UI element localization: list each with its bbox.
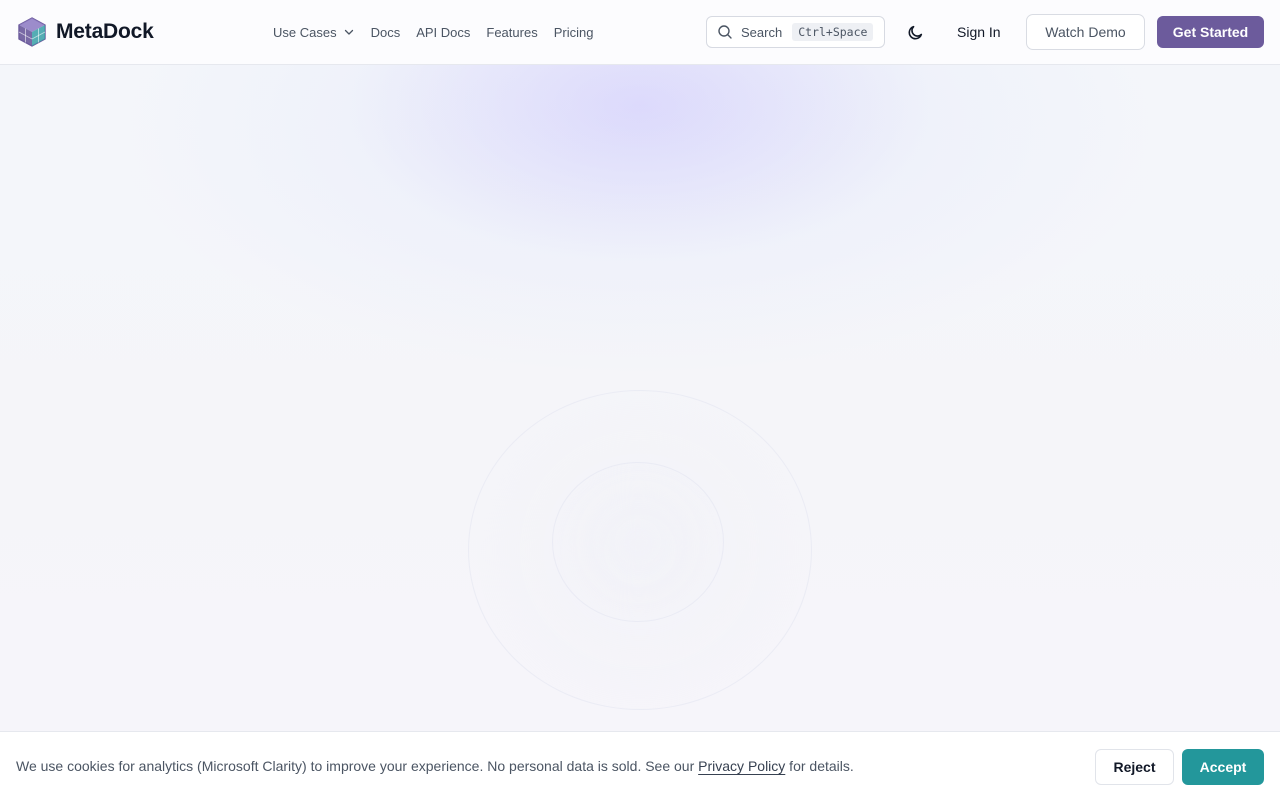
brand-name: MetaDock — [56, 20, 154, 43]
nav-item-features[interactable]: Features — [486, 25, 537, 40]
nav-item-label: Features — [486, 24, 538, 40]
theme-toggle-button[interactable] — [903, 20, 927, 44]
decorative-ring-inner — [552, 462, 724, 622]
brand-home-link[interactable]: MetaDock — [16, 16, 154, 48]
cube-logo-icon — [18, 17, 46, 47]
main-nav: Use Cases Docs API Docs Features Pricing — [273, 0, 593, 64]
nav-item-use-cases[interactable]: Use Cases — [273, 25, 355, 40]
search-label: Search — [741, 24, 783, 40]
nav-item-pricing[interactable]: Pricing — [554, 25, 594, 40]
nav-item-api-docs[interactable]: API Docs — [416, 25, 470, 40]
nav-item-label: Pricing — [553, 24, 594, 40]
cookie-message: We use cookies for analytics (Microsoft … — [16, 758, 854, 774]
nav-item-label: Use Cases — [273, 24, 337, 40]
watch-demo-button[interactable]: Watch Demo — [1026, 14, 1145, 50]
nav-item-docs[interactable]: Docs — [371, 25, 401, 40]
reject-cookies-button[interactable]: Reject — [1095, 749, 1174, 785]
sign-in-button[interactable]: Sign In — [943, 16, 1015, 48]
accept-cookies-button[interactable]: Accept — [1182, 749, 1264, 785]
search-shortcut: Ctrl+Space — [792, 23, 874, 41]
cookie-banner: We use cookies for analytics (Microsoft … — [0, 731, 1280, 800]
get-started-button[interactable]: Get Started — [1157, 16, 1264, 48]
search-icon — [718, 25, 732, 39]
chevron-down-icon — [344, 29, 353, 35]
privacy-policy-link[interactable]: Privacy Policy — [698, 758, 785, 774]
nav-item-label: Docs — [370, 24, 401, 40]
nav-item-label: API Docs — [416, 24, 471, 40]
cookie-text-before: We use cookies for analytics (Microsoft … — [16, 758, 699, 774]
cookie-text-after: for details. — [785, 758, 854, 774]
moon-icon — [908, 25, 922, 39]
site-header: MetaDock Use Cases Docs API Docs Feature… — [0, 0, 1280, 65]
page: MetaDock Use Cases Docs API Docs Feature… — [0, 0, 1280, 800]
search-button[interactable]: Search Ctrl+Space — [706, 16, 885, 48]
